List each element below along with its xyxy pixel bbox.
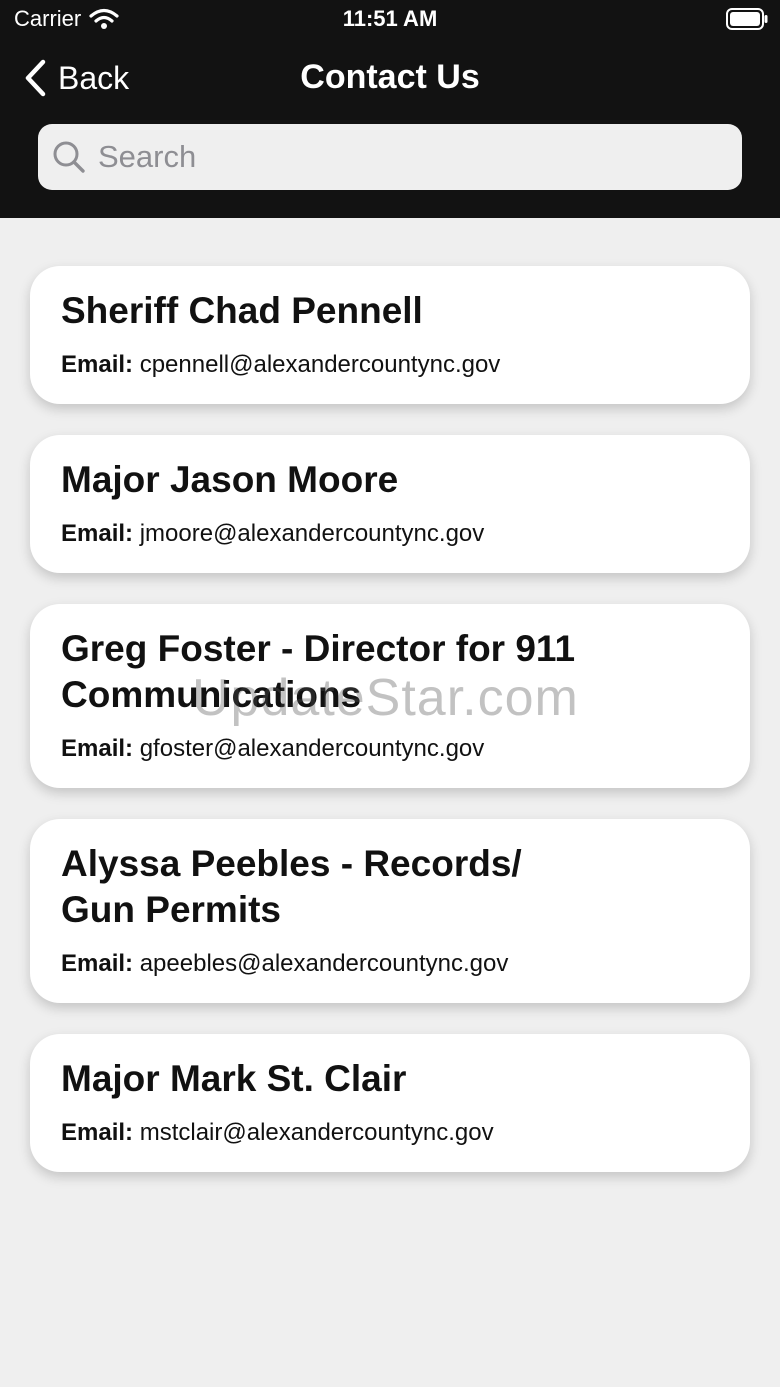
- contact-email: Email: jmoore@alexandercountync.gov: [61, 519, 720, 549]
- email-address[interactable]: gfoster@alexandercountync.gov: [140, 735, 485, 762]
- contact-email: Email: apeebles@alexandercountync.gov: [61, 949, 720, 979]
- contact-name: Major Jason Moore: [61, 457, 720, 503]
- search-input[interactable]: [96, 138, 720, 176]
- contact-card[interactable]: Sheriff Chad Pennell Email: cpennell@ale…: [30, 266, 750, 404]
- status-bar: Carrier 11:51 AM: [0, 0, 780, 40]
- header: Carrier 11:51 AM Back Contact Us Search: [0, 0, 780, 218]
- contact-name-line: Gun Permits: [61, 889, 281, 930]
- search-bar[interactable]: [38, 124, 742, 190]
- contact-name-line: Major Jason Moore: [61, 459, 399, 500]
- email-address[interactable]: jmoore@alexandercountync.gov: [140, 520, 485, 547]
- email-address[interactable]: mstclair@alexandercountync.gov: [140, 1119, 494, 1146]
- contact-card[interactable]: Greg Foster - Director for 911 Communica…: [30, 604, 750, 788]
- contact-email: Email: gfoster@alexandercountync.gov: [61, 734, 720, 764]
- page-title: Contact Us: [300, 58, 480, 96]
- email-label: Email:: [61, 520, 134, 547]
- contact-card[interactable]: Alyssa Peebles - Records/ Gun Permits Em…: [30, 819, 750, 1003]
- contact-name-line: Major Mark St. Clair: [61, 1058, 407, 1099]
- email-label: Email:: [61, 950, 134, 977]
- email-label: Email:: [61, 351, 134, 378]
- email-label: Email:: [61, 735, 134, 762]
- navigation-bar: Back Contact Us: [0, 52, 780, 108]
- email-address[interactable]: apeebles@alexandercountync.gov: [140, 950, 509, 977]
- search-icon: [52, 140, 86, 174]
- contact-name-line: Greg Foster - Director for 911: [61, 628, 576, 669]
- contact-name-line: Alyssa Peebles - Records/: [61, 843, 522, 884]
- email-label: Email:: [61, 1119, 134, 1146]
- contact-name: Sheriff Chad Pennell: [61, 288, 720, 334]
- status-time: 11:51 AM: [342, 6, 438, 31]
- contact-card[interactable]: Major Jason Moore Email: jmoore@alexande…: [30, 435, 750, 573]
- contact-name-line: Communications: [61, 674, 362, 715]
- contact-name-line: Sheriff Chad Pennell: [61, 290, 423, 331]
- contact-name: Alyssa Peebles - Records/ Gun Permits: [61, 841, 720, 933]
- contact-list: Sheriff Chad Pennell Email: cpennell@ale…: [30, 266, 750, 1203]
- email-address[interactable]: cpennell@alexandercountync.gov: [140, 351, 501, 378]
- contact-name: Greg Foster - Director for 911 Communica…: [61, 626, 720, 718]
- contact-name: Major Mark St. Clair: [61, 1056, 720, 1102]
- contact-email: Email: mstclair@alexandercountync.gov: [61, 1118, 720, 1148]
- battery-icon: [726, 8, 768, 30]
- contact-email: Email: cpennell@alexandercountync.gov: [61, 350, 720, 380]
- contact-card[interactable]: Major Mark St. Clair Email: mstclair@ale…: [30, 1034, 750, 1172]
